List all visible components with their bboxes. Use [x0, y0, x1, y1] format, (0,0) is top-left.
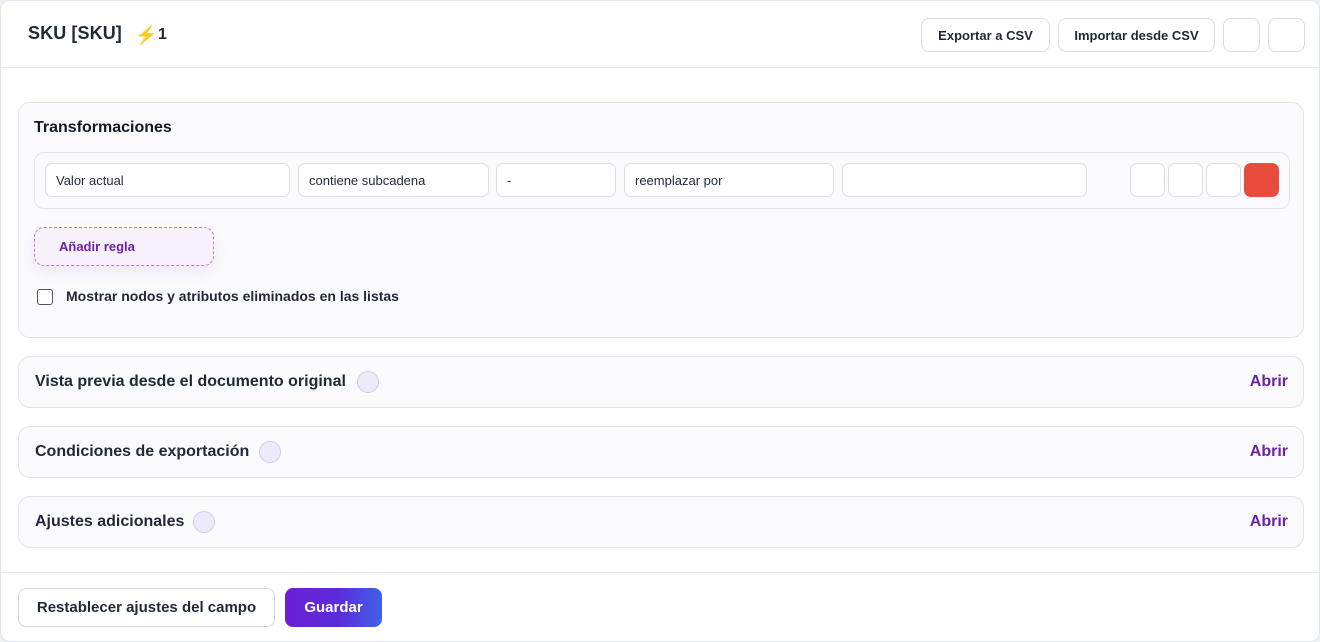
export-conditions-section[interactable]: Condiciones de exportación Abrir [18, 426, 1304, 478]
field-title: SKU [SKU] [28, 23, 122, 43]
add-rule-button[interactable]: Añadir regla [34, 227, 214, 266]
export-csv-button[interactable]: Exportar a CSV [921, 18, 1050, 52]
match-value-input[interactable]: - [496, 163, 616, 197]
modal-footer: Restablecer ajustes del campo Guardar [1, 572, 1319, 641]
section-title: Condiciones de exportación [35, 443, 250, 460]
info-icon [259, 441, 281, 463]
save-button[interactable]: Guardar [285, 588, 382, 627]
section-title: Ajustes adicionales [35, 513, 185, 530]
preview-section[interactable]: Vista previa desde el documento original… [18, 356, 1304, 408]
field-settings-modal: SKU [SKU] ⚡ 1 Exportar a CSV Importar de… [0, 0, 1320, 642]
transform-count: 1 [158, 26, 167, 43]
condition-select[interactable]: contiene subcadena [298, 163, 489, 197]
show-deleted-checkbox[interactable] [37, 289, 53, 305]
open-link[interactable]: Abrir [1250, 373, 1288, 391]
info-icon [193, 511, 215, 533]
reset-field-settings-button[interactable]: Restablecer ajustes del campo [18, 588, 275, 627]
close-button[interactable] [1268, 18, 1305, 52]
open-link[interactable]: Abrir [1250, 513, 1288, 531]
rule-action-button[interactable] [1130, 163, 1165, 197]
show-deleted-label: Mostrar nodos y atributos eliminados en … [66, 288, 399, 304]
lightning-icon: ⚡ [135, 25, 158, 45]
additional-settings-section[interactable]: Ajustes adicionales Abrir [18, 496, 1304, 548]
delete-rule-button[interactable] [1244, 163, 1279, 197]
rule-action-button[interactable] [1206, 163, 1241, 197]
open-link[interactable]: Abrir [1250, 443, 1288, 461]
import-csv-button[interactable]: Importar desde CSV [1058, 18, 1215, 52]
header-action-button[interactable] [1223, 18, 1260, 52]
transformations-title: Transformaciones [34, 119, 172, 136]
replacement-input[interactable] [842, 163, 1087, 197]
info-icon [357, 371, 379, 393]
source-select[interactable]: Valor actual [45, 163, 290, 197]
section-title: Vista previa desde el documento original [35, 373, 346, 390]
rule-action-button[interactable] [1168, 163, 1203, 197]
transformation-rule: Valor actual contiene subcadena - reempl… [34, 152, 1290, 209]
modal-header: SKU [SKU] ⚡ 1 Exportar a CSV Importar de… [1, 1, 1319, 68]
action-select[interactable]: reemplazar por [624, 163, 834, 197]
transformations-panel: Transformaciones Valor actual contiene s… [18, 102, 1304, 338]
